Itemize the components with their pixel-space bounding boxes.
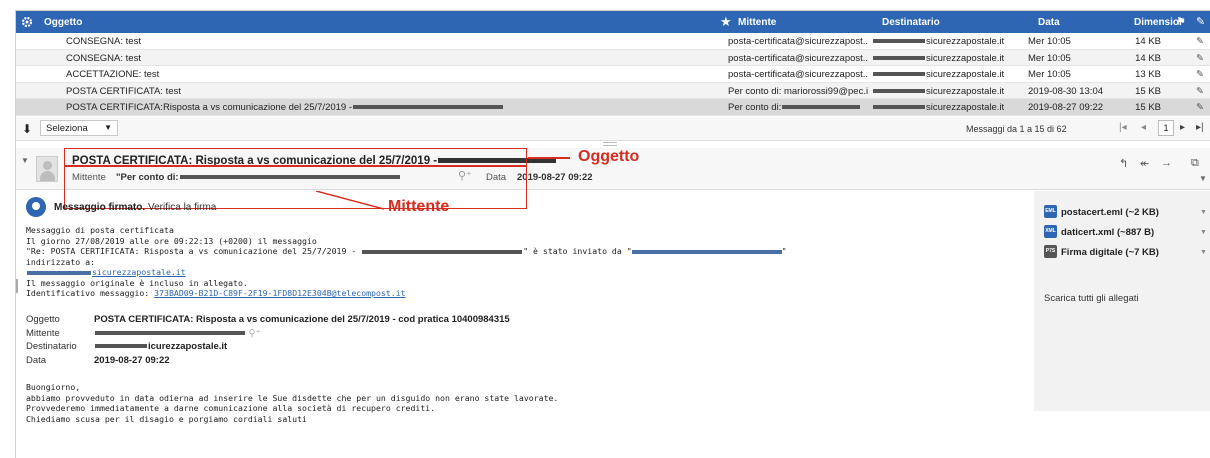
date-value: 2019-08-27 09:22 (517, 172, 593, 183)
p7s-file-icon: P7S (1044, 245, 1057, 258)
column-date[interactable]: Data (1038, 17, 1060, 28)
message-body: Messaggio di posta certificata Il giorno … (26, 225, 787, 298)
eml-file-icon: EML (1044, 205, 1057, 218)
annotation-label-subject: Oggetto (578, 148, 640, 165)
list-item-selected[interactable]: POSTA CERTIFICATA:Risposta a vs comunica… (16, 99, 1210, 116)
annotation-line-subject (528, 157, 570, 159)
annotation-label-sender: Mittente (388, 198, 450, 215)
prev-page-icon[interactable]: ◂ (1141, 122, 1146, 133)
resize-handle[interactable] (16, 279, 18, 293)
avatar (36, 156, 58, 182)
first-page-icon[interactable]: |◂ (1119, 122, 1127, 133)
gear-icon[interactable] (21, 16, 33, 28)
annotation-box-subject (64, 148, 527, 166)
more-caret-icon[interactable]: ▼ (1199, 174, 1207, 183)
annotation-line-sender (316, 191, 385, 210)
attachment-menu-icon[interactable]: ▼ (1200, 209, 1207, 216)
paperclip-icon: ✎ (1196, 85, 1204, 97)
collapse-icon[interactable]: ▼ (21, 156, 29, 165)
next-page-icon[interactable]: ▸ (1180, 122, 1185, 133)
add-contact-icon: ⚲⁺ (248, 327, 261, 339)
column-subject[interactable]: Oggetto (44, 17, 82, 28)
pane-splitter[interactable] (603, 142, 617, 146)
open-window-icon[interactable]: ⧉ (1191, 157, 1199, 170)
certificate-badge-icon (26, 197, 46, 217)
paperclip-icon: ✎ (1196, 52, 1204, 64)
message-count: Messaggi da 1 a 15 di 62 (966, 124, 1067, 134)
caret-down-icon: ▼ (104, 123, 112, 132)
paperclip-icon: ✎ (1196, 36, 1204, 47)
mail-window: Oggetto ★ Mittente Destinatario Data Dim… (15, 10, 1210, 458)
signature-status: Messaggio firmato. (54, 202, 146, 213)
recipient-link[interactable]: sicurezzapostale.it (92, 267, 186, 277)
list-item[interactable]: ACCETTAZIONE: test posta-certificata@sic… (16, 66, 1210, 83)
message-list: CONSEGNA: test posta-certificata@sicurez… (16, 33, 1210, 116)
list-item[interactable]: CONSEGNA: test posta-certificata@sicurez… (16, 49, 1210, 66)
verify-signature-link[interactable]: Verifica la firma (148, 202, 216, 213)
attachment-menu-icon[interactable]: ▼ (1200, 229, 1207, 236)
list-toolbar: ⬇ Seleziona ▼ Messaggi da 1 a 15 di 62 |… (16, 117, 1210, 141)
last-page-icon[interactable]: ▸| (1196, 122, 1204, 133)
download-all-link[interactable]: Scarica tutti gli allegati (1044, 293, 1139, 304)
list-item[interactable]: CONSEGNA: test posta-certificata@sicurez… (16, 33, 1210, 50)
forward-icon[interactable]: → (1161, 157, 1172, 169)
message-list-header: Oggetto ★ Mittente Destinatario Data Dim… (16, 11, 1210, 33)
original-message-body: Buongiorno, abbiamo provveduto in data od… (26, 382, 559, 424)
arrow-down-icon[interactable]: ⬇ (22, 122, 32, 136)
column-from[interactable]: Mittente (738, 17, 776, 28)
list-item[interactable]: POSTA CERTIFICATA: test Per conto di: ma… (16, 82, 1210, 99)
column-to[interactable]: Destinatario (882, 17, 940, 28)
paperclip-icon: ✎ (1196, 69, 1204, 80)
xml-file-icon: XML (1044, 225, 1057, 238)
attachments-panel: EML postacert.eml (~2 KB) ▼ XML daticert… (1034, 191, 1210, 411)
attachment-menu-icon[interactable]: ▼ (1200, 249, 1207, 256)
message-id-link[interactable]: 373BAD09-B21D-C89F-2F19-1FD8D12E304B@tel… (154, 288, 405, 298)
select-dropdown[interactable]: Seleziona ▼ (40, 120, 118, 136)
reply-icon[interactable]: ↰ (1119, 157, 1128, 170)
attachment-column-icon[interactable]: ✎ (1196, 15, 1205, 28)
paperclip-icon: ✎ (1196, 102, 1204, 113)
star-icon[interactable]: ★ (720, 14, 732, 30)
flag-icon[interactable]: ⚑ (1176, 15, 1186, 28)
page-number[interactable]: 1 (1158, 120, 1174, 136)
reply-all-icon[interactable]: ↞ (1140, 157, 1149, 170)
